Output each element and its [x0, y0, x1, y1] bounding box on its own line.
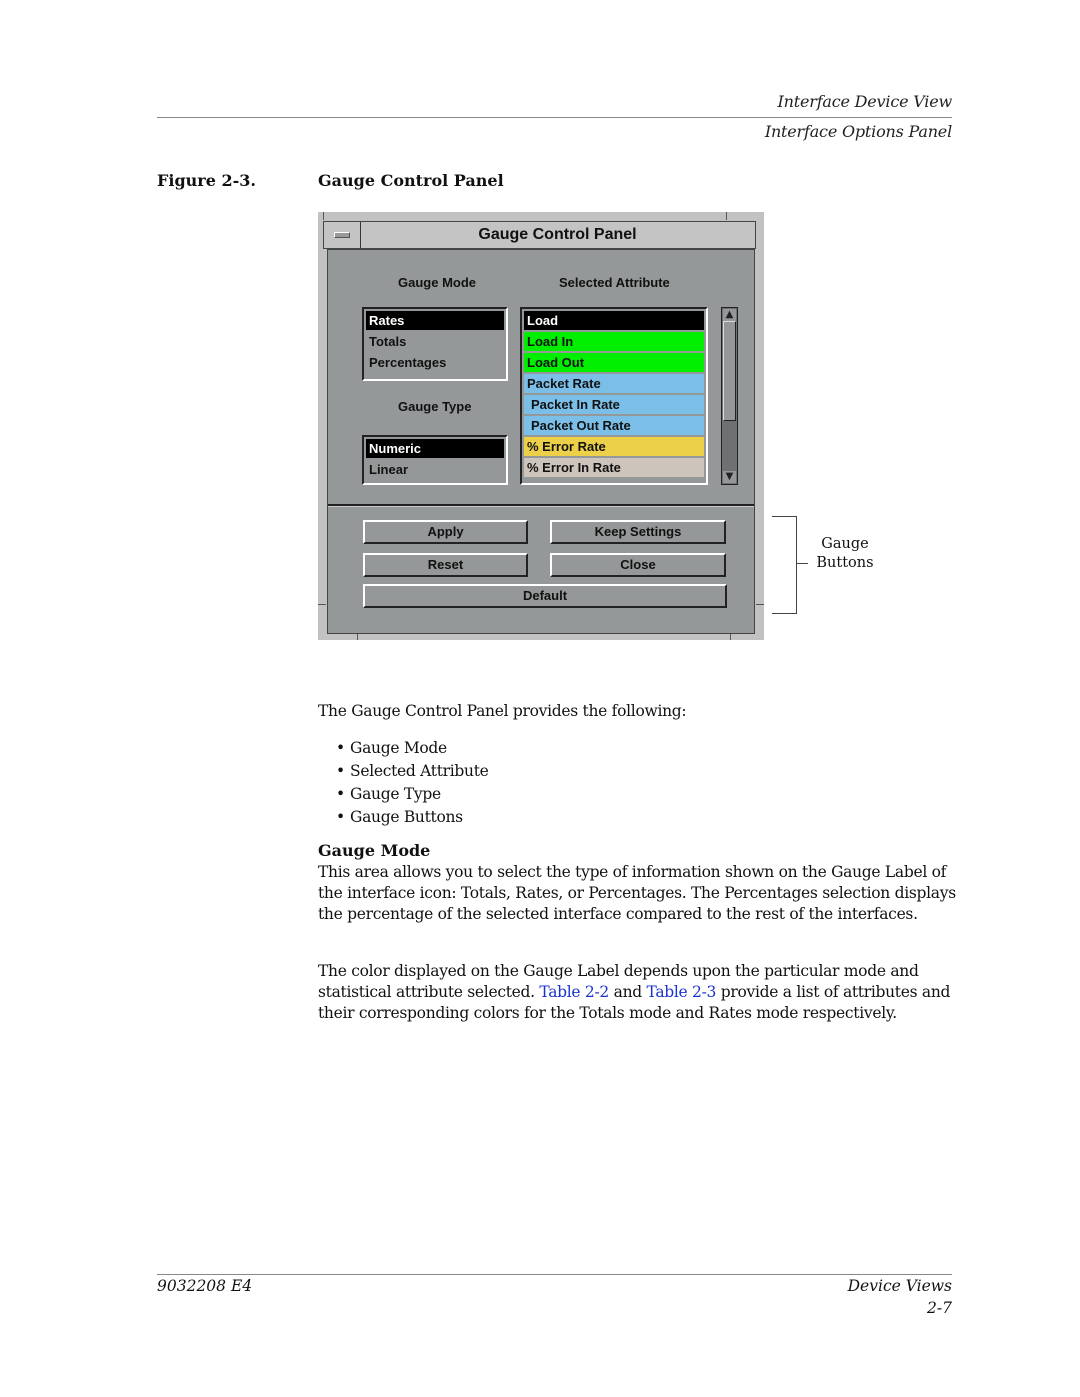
attribute-option[interactable]: Packet Out Rate — [524, 416, 704, 435]
callout-line-2: Buttons — [816, 555, 874, 571]
reset-button[interactable]: Reset — [363, 553, 528, 577]
document-number: 9032208 E4 — [157, 1277, 253, 1295]
frame-handle-mark — [318, 604, 326, 605]
callout-bracket — [772, 516, 797, 614]
feature-item: Gauge Buttons — [336, 806, 489, 829]
frame-handle-mark — [730, 634, 731, 640]
gauge-type-option[interactable]: Numeric — [366, 439, 504, 458]
scroll-up-arrow-icon[interactable]: ▲ — [723, 309, 736, 321]
frame-handle-mark — [357, 634, 358, 640]
gauge-control-panel-window: Gauge Control Panel Gauge Mode Selected … — [318, 212, 764, 640]
window-titlebar[interactable]: Gauge Control Panel — [323, 221, 756, 249]
section-heading: Gauge Mode — [318, 841, 431, 860]
default-button[interactable]: Default — [363, 584, 727, 608]
gauge-type-label: Gauge Type — [398, 399, 472, 414]
section-divider — [328, 504, 754, 507]
running-head-section: Interface Options Panel — [764, 122, 952, 141]
footer-section: Device Views — [847, 1277, 952, 1295]
window-client-area: Gauge Mode Selected Attribute Rates Total… — [327, 249, 755, 634]
attribute-option[interactable]: % Error In Rate — [524, 458, 704, 477]
callout-line-1: Gauge — [821, 536, 869, 552]
callout-leader — [796, 563, 808, 564]
feature-item: Gauge Mode — [336, 737, 489, 760]
selected-attribute-label: Selected Attribute — [559, 275, 670, 290]
selected-attribute-list[interactable]: Load Load In Load Out Packet Rate Packet In … — [520, 307, 708, 485]
paragraph-gauge-mode: This area allows you to select the type … — [318, 863, 956, 923]
footer-rule — [157, 1274, 952, 1275]
frame-handle-mark — [756, 604, 764, 605]
gauge-mode-option[interactable]: Percentages — [366, 353, 504, 372]
apply-button[interactable]: Apply — [363, 520, 528, 544]
attribute-option[interactable]: Load Out — [524, 353, 704, 372]
scrollbar-thumb[interactable] — [723, 321, 736, 421]
table-2-2-link[interactable]: Table 2-2 — [539, 983, 609, 1001]
gauge-mode-list[interactable]: Rates Totals Percentages — [362, 307, 508, 381]
frame-handle-mark — [323, 212, 324, 220]
attribute-list-scrollbar[interactable]: ▲ ▼ — [721, 307, 738, 485]
attribute-option[interactable]: Load In — [524, 332, 704, 351]
attribute-option[interactable]: % Error Rate — [524, 437, 704, 456]
gauge-mode-label: Gauge Mode — [398, 275, 477, 290]
header-rule — [157, 117, 952, 118]
figure-caption: Figure 2-3. Gauge Control Panel — [157, 171, 504, 190]
attribute-option[interactable]: Packet In Rate — [524, 395, 704, 414]
paragraph-colors: The color displayed on the Gauge Label d… — [318, 961, 958, 1024]
feature-list: Gauge Mode Selected Attribute Gauge Type… — [336, 737, 489, 829]
gauge-type-option[interactable]: Linear — [366, 460, 504, 479]
gauge-type-list[interactable]: Numeric Linear — [362, 435, 508, 485]
intro-text: The Gauge Control Panel provides the fol… — [318, 702, 687, 720]
paragraph-text: and — [609, 983, 647, 1001]
feature-item: Selected Attribute — [336, 760, 489, 783]
feature-item: Gauge Type — [336, 783, 489, 806]
table-2-3-link[interactable]: Table 2-3 — [647, 983, 717, 1001]
gauge-mode-option[interactable]: Totals — [366, 332, 504, 351]
attribute-option[interactable]: Packet Rate — [524, 374, 704, 393]
scroll-down-arrow-icon[interactable]: ▼ — [723, 471, 736, 483]
figure-title: Gauge Control Panel — [318, 171, 504, 190]
figure-number: Figure 2-3. — [157, 171, 256, 190]
running-head-chapter: Interface Device View — [777, 92, 953, 111]
window-title: Gauge Control Panel — [478, 226, 637, 243]
close-button[interactable]: Close — [550, 553, 726, 577]
window-menu-icon — [334, 232, 350, 238]
frame-handle-mark — [726, 212, 727, 220]
page-number: 2-7 — [927, 1299, 952, 1317]
attribute-option[interactable]: Load — [524, 311, 704, 330]
gauge-mode-option[interactable]: Rates — [366, 311, 504, 330]
gauge-buttons-callout: Gauge Buttons — [812, 535, 878, 573]
keep-settings-button[interactable]: Keep Settings — [550, 520, 726, 544]
window-menu-button[interactable] — [324, 222, 361, 248]
